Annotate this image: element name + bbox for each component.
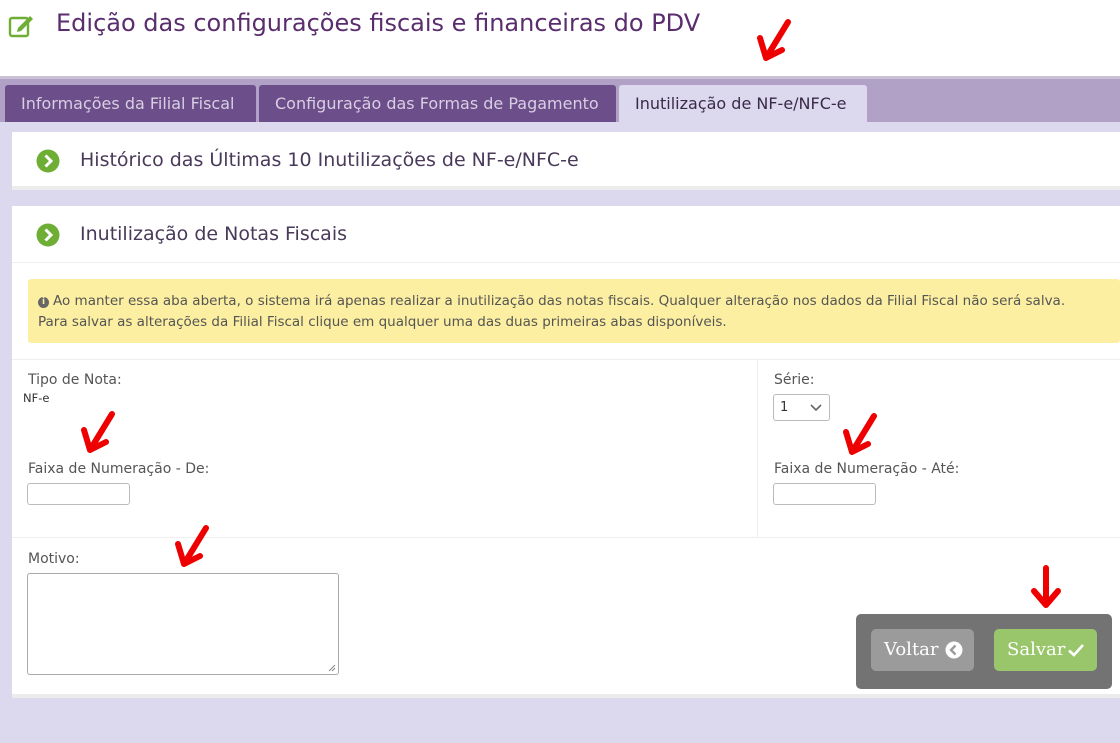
annotation-arrow-icon xyxy=(1031,565,1061,608)
action-bar: Voltar Salvar xyxy=(856,614,1112,689)
salvar-label: Salvar xyxy=(1007,639,1066,660)
motivo-textarea[interactable] xyxy=(27,573,339,675)
chevron-right-icon xyxy=(36,223,60,247)
page-title: Edição das configurações fiscais e finan… xyxy=(56,9,701,37)
info-alert: i Ao manter essa aba aberta, o sistema ir… xyxy=(28,279,1120,343)
serie-selected-value: 1 xyxy=(780,400,789,415)
annotation-arrow-icon xyxy=(757,19,791,61)
serie-label: Série: xyxy=(774,372,815,388)
inutilizacao-panel-header[interactable]: Inutilização de Notas Fiscais xyxy=(12,206,1120,264)
divider xyxy=(757,359,758,537)
history-panel: Histórico das Últimas 10 Inutilizações d… xyxy=(12,132,1120,190)
annotation-arrow-icon xyxy=(175,525,209,567)
page-header: Edição das configurações fiscais e finan… xyxy=(0,0,1120,74)
motivo-label: Motivo: xyxy=(28,551,80,567)
chevron-left-circle-icon xyxy=(945,641,963,659)
history-panel-title: Histórico das Últimas 10 Inutilizações d… xyxy=(80,149,579,171)
salvar-button[interactable]: Salvar xyxy=(994,629,1097,671)
info-icon: i xyxy=(38,297,49,308)
tipo-nota-label: Tipo de Nota: xyxy=(28,372,122,388)
faixa-de-label: Faixa de Numeração - De: xyxy=(28,461,210,477)
edit-icon xyxy=(8,16,33,38)
history-panel-header[interactable]: Histórico das Últimas 10 Inutilizações d… xyxy=(12,132,1120,190)
tab-filial-fiscal[interactable]: Informações da Filial Fiscal xyxy=(5,85,256,125)
alert-line-1: Ao manter essa aba aberta, o sistema irá… xyxy=(53,293,1066,309)
tab-bar: Informações da Filial Fiscal Configuraçã… xyxy=(0,76,1120,125)
tipo-nota-value: NF-e xyxy=(23,391,50,405)
divider xyxy=(12,262,1120,263)
tab-formas-pagamento[interactable]: Configuração das Formas de Pagamento xyxy=(259,85,616,125)
check-icon xyxy=(1068,644,1084,657)
resize-grip-icon[interactable] xyxy=(328,664,336,672)
voltar-button[interactable]: Voltar xyxy=(871,629,974,671)
alert-line-2: Para salvar as alterações da Filial Fisc… xyxy=(38,314,727,330)
annotation-arrow-icon xyxy=(843,413,877,455)
voltar-label: Voltar xyxy=(884,639,939,660)
chevron-right-icon xyxy=(36,149,60,173)
divider xyxy=(12,359,1120,360)
faixa-de-input[interactable] xyxy=(27,483,130,505)
annotation-arrow-icon xyxy=(81,411,115,453)
chevron-down-icon xyxy=(810,404,822,412)
faixa-ate-label: Faixa de Numeração - Até: xyxy=(774,461,960,477)
faixa-ate-input[interactable] xyxy=(773,483,876,505)
inutilizacao-panel-title: Inutilização de Notas Fiscais xyxy=(80,223,347,245)
tab-inutilizacao[interactable]: Inutilização de NF-e/NFC-e xyxy=(619,85,867,125)
serie-select[interactable]: 1 xyxy=(773,394,830,421)
